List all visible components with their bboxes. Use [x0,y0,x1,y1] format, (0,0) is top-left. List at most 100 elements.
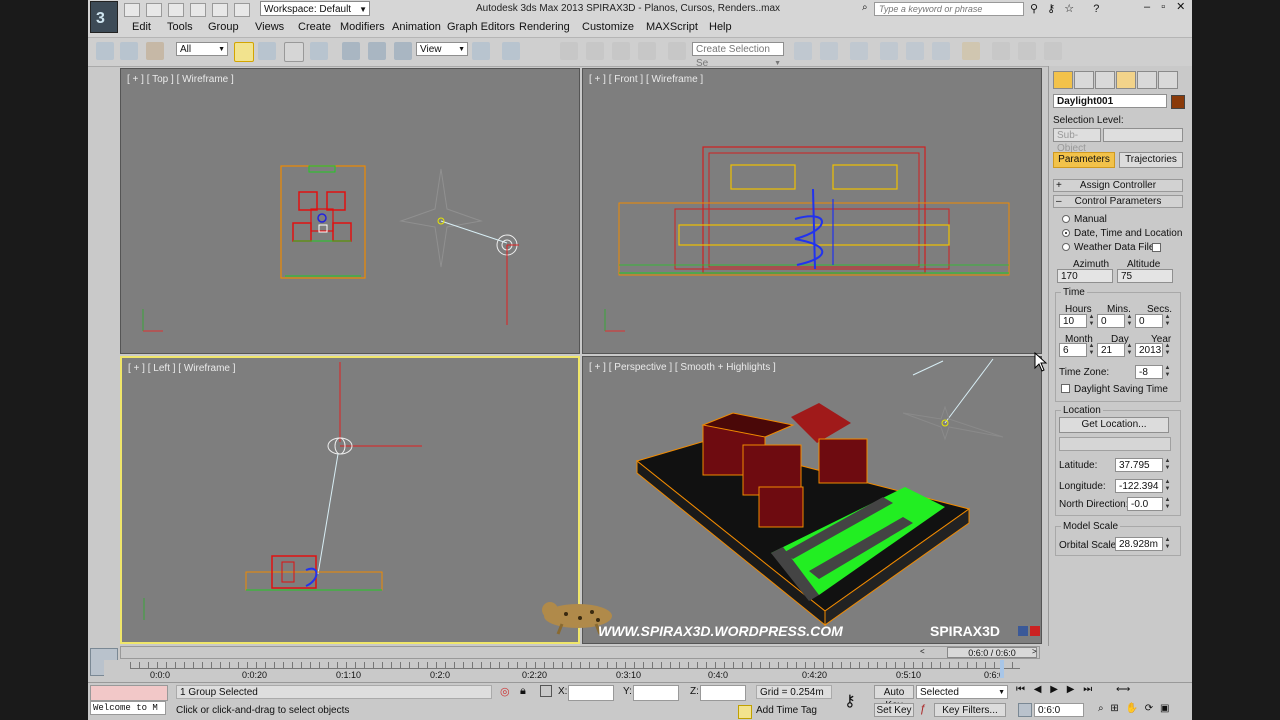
binoculars-icon[interactable]: ⚲ [1030,3,1038,15]
redo-icon[interactable] [212,3,229,17]
assign-controller-rollout[interactable]: + Assign Controller [1053,179,1183,192]
mirror-icon[interactable] [794,42,812,60]
set-key-icon[interactable]: ⚷ [844,691,856,711]
menu-group[interactable]: Group [208,21,239,33]
move-icon[interactable] [342,42,360,60]
y-coordinate-field[interactable] [633,685,679,701]
menu-graph-editors[interactable]: Graph Editors [447,21,515,33]
z-coordinate-field[interactable] [700,685,746,701]
angle-snap-icon[interactable] [586,42,604,60]
go-to-start-icon[interactable]: ⏮ [1016,684,1025,695]
create-tab-sun-icon[interactable] [1053,71,1073,89]
sub-object-button[interactable]: Sub-Object [1053,128,1101,154]
zoom-all-icon[interactable]: ⊞ [1110,703,1118,714]
reference-coordinate-dropdown[interactable]: View ▼ [416,42,468,56]
x-coordinate-field[interactable] [568,685,614,701]
sub-object-dropdown[interactable] [1103,128,1183,142]
key-mode-dropdown[interactable]: Selected ▼ [916,685,1008,699]
utilities-tab-icon[interactable] [1158,71,1178,89]
tab-parameters[interactable]: Parameters [1053,152,1115,168]
previous-frame-icon[interactable]: ◀ [1034,684,1042,695]
longitude-spinner[interactable]: ▲ ▼ [1164,479,1171,493]
radio-manual[interactable] [1062,215,1070,223]
key-icon[interactable]: ⚷ [1047,3,1055,15]
search-icon[interactable]: ⌕ [862,2,868,13]
select-manipulate-icon[interactable] [502,42,520,60]
weather-file-button[interactable] [1152,243,1161,252]
hierarchy-tab-icon[interactable] [1095,71,1115,89]
graphite-ribbon-icon[interactable] [880,42,898,60]
orbital-scale-spinner[interactable]: ▲ ▼ [1164,537,1171,551]
modify-tab-icon[interactable] [1074,71,1094,89]
chevron-left-icon[interactable]: < [920,647,925,656]
menu-create[interactable]: Create [298,21,331,33]
menu-animation[interactable]: Animation [392,21,441,33]
tab-trajectories[interactable]: Trajectories [1119,152,1183,168]
time-zone-field[interactable]: -8 [1135,365,1163,379]
pivot-center-icon[interactable] [472,42,490,60]
pan-icon[interactable]: ✋ [1126,703,1138,714]
edit-named-selection-icon[interactable] [668,42,686,60]
search-field[interactable]: Type a keyword or phrase [874,2,1024,16]
mins-spinner[interactable]: ▲ ▼ [1126,314,1133,328]
undo-icon[interactable] [190,3,207,17]
help-icon[interactable]: ? [1093,3,1099,15]
spinner-snap-icon[interactable] [638,42,656,60]
year-spinner[interactable]: ▲ ▼ [1164,343,1171,357]
material-editor-icon[interactable] [962,42,980,60]
snaps-toggle-icon[interactable] [560,42,578,60]
rendered-frame-window-icon[interactable] [1018,42,1036,60]
day-spinner[interactable]: ▲ ▼ [1126,343,1133,357]
time-zone-spinner[interactable]: ▲ ▼ [1164,365,1171,379]
latitude-field[interactable]: 37.795 [1115,458,1163,472]
rotate-icon[interactable] [368,42,386,60]
isolate-selection-icon[interactable]: ◎ [500,685,510,698]
month-field[interactable]: 6 [1059,343,1087,357]
schematic-view-icon[interactable] [932,42,950,60]
menu-rendering[interactable]: Rendering [519,21,570,33]
menu-maxscript[interactable]: MAXScript [646,21,698,33]
selection-lock-icon[interactable]: 🔒︎ [520,685,526,698]
current-frame-field[interactable]: 0:6:0 [1034,703,1084,717]
daylight-saving-checkbox[interactable] [1061,384,1070,393]
auto-key-button[interactable]: Auto Key [874,685,914,711]
secs-field[interactable]: 0 [1135,314,1163,328]
curve-editor-icon[interactable] [906,42,924,60]
select-by-name-icon[interactable] [258,42,276,60]
display-tab-icon[interactable] [1137,71,1157,89]
day-field[interactable]: 21 [1097,343,1125,357]
viewport-left[interactable]: [ + ] [ Left ] [ Wireframe ] ▶ [120,356,580,644]
window-crossing-icon[interactable] [310,42,328,60]
close-icon[interactable]: ✕ [1176,1,1185,13]
menu-help[interactable]: Help [709,21,732,33]
minimize-icon[interactable]: – [1144,1,1150,13]
set-key-button[interactable]: Set Key [874,703,914,717]
key-mode-toggle-icon[interactable]: ⟷ [1116,684,1130,695]
motion-tab-icon[interactable] [1116,71,1136,89]
play-icon[interactable]: ▶ [1050,684,1058,695]
layer-manager-icon[interactable] [850,42,868,60]
open-file-icon[interactable] [146,3,163,17]
viewport-front[interactable]: [ + ] [ Front ] [ Wireframe ] [582,68,1042,354]
longitude-field[interactable]: -122.394 [1115,479,1163,493]
next-frame-icon[interactable]: ▶ [1067,684,1075,695]
menu-edit[interactable]: Edit [132,21,151,33]
absolute-mode-icon[interactable] [540,685,552,697]
star-icon[interactable]: ☆ [1064,3,1074,15]
zoom-icon[interactable]: ⌕ [1098,703,1104,714]
radio-weather-data-file[interactable] [1062,243,1070,251]
north-direction-field[interactable]: -0.0 [1127,497,1163,511]
hold-icon[interactable] [234,3,251,17]
viewport-top[interactable]: [ + ] [ Top ] [ Wireframe ] [120,68,580,354]
time-slider[interactable]: 0:6:0 / 0:6:0 [120,646,1040,659]
render-production-icon[interactable] [1044,42,1062,60]
chevron-right-icon[interactable]: > [1032,647,1037,656]
scale-icon[interactable] [394,42,412,60]
track-bar[interactable]: 0:0:0 0:0:20 0:1:10 0:2:0 0:2:20 0:3:10 … [104,660,1048,682]
align-icon[interactable] [820,42,838,60]
save-file-icon[interactable] [168,3,185,17]
control-parameters-rollout[interactable]: – Control Parameters [1053,195,1183,208]
render-setup-icon[interactable] [992,42,1010,60]
orbit-icon[interactable]: ⟳ [1145,703,1153,714]
hours-field[interactable]: 10 [1059,314,1087,328]
